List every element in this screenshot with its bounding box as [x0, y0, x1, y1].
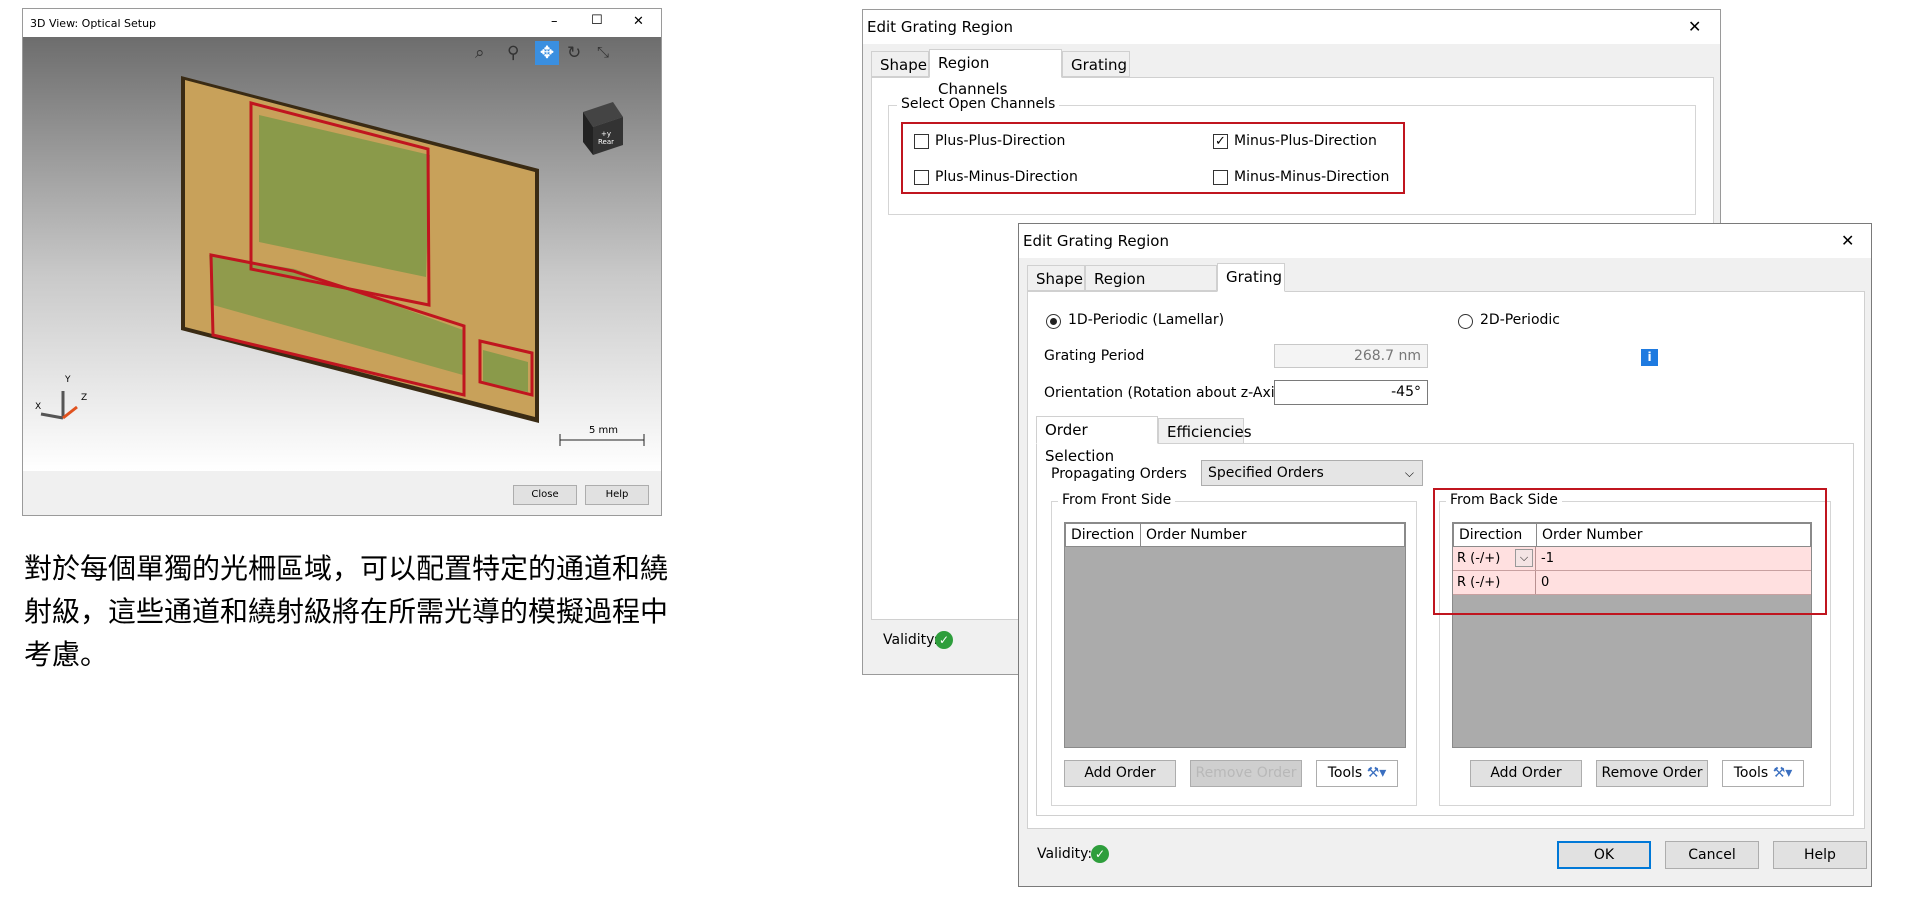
description-text: 對於每個單獨的光柵區域，可以配置特定的通道和繞 射級，這些通道和繞射級將在所需光…: [24, 547, 784, 676]
tools-icon: ⚒▾: [1366, 765, 1387, 781]
radio-2d-periodic[interactable]: [1458, 314, 1473, 329]
front-tab-panel: 1D-Periodic (Lamellar) 2D-Periodic Grati…: [1027, 291, 1865, 829]
front-side-table[interactable]: Direction Order Number: [1064, 522, 1406, 748]
ok-button[interactable]: OK: [1557, 841, 1651, 869]
back-validity-ok-icon: ✓: [935, 631, 953, 649]
viewer-window: 3D View: Optical Setup – ☐ ✕ Rear +y 5 m…: [22, 8, 662, 516]
close-icon[interactable]: ✕: [633, 14, 644, 29]
channels-highlight-box: [901, 122, 1405, 194]
front-dialog-close-icon[interactable]: ✕: [1841, 231, 1854, 250]
rotate-icon[interactable]: ↻: [567, 43, 581, 63]
tools-icon: ⚒▾: [1772, 765, 1793, 781]
front-col-order-number: Order Number: [1146, 527, 1247, 543]
front-side-legend: From Front Side: [1058, 492, 1176, 508]
front-dialog: Edit Grating Region ✕ Shape Region Chann…: [1018, 223, 1872, 887]
grating-period-label: Grating Period: [1044, 348, 1145, 364]
fit-icon[interactable]: ⤡: [597, 43, 609, 61]
svg-text:+y: +y: [601, 130, 611, 138]
front-tab-region-channels[interactable]: Region Channels: [1085, 265, 1217, 314]
front-tab-shape[interactable]: Shape: [1027, 265, 1085, 291]
3d-viewport[interactable]: Rear +y 5 mm Y X Z ⌕ ⚲ ✥ ↻ ⤡: [23, 37, 661, 471]
orientation-label: Orientation (Rotation about z-Axis): [1044, 385, 1288, 401]
label-1d-periodic: 1D-Periodic (Lamellar): [1068, 312, 1225, 328]
back-add-order-button[interactable]: Add Order: [1470, 760, 1582, 787]
label-2d-periodic: 2D-Periodic: [1480, 312, 1560, 328]
view-cube-icon[interactable]: Rear +y: [583, 102, 623, 155]
order-selection-panel: Propagating Orders Specified Orders ⌵ Fr…: [1036, 443, 1854, 816]
cancel-button[interactable]: Cancel: [1665, 841, 1759, 869]
back-tab-grating[interactable]: Grating: [1062, 51, 1130, 77]
axis-y-label: Y: [65, 375, 71, 385]
zoom-region-icon[interactable]: ⌕: [475, 43, 485, 63]
front-tools-button[interactable]: Tools ⚒▾: [1316, 760, 1398, 787]
front-dialog-title: Edit Grating Region: [1023, 232, 1169, 250]
back-dialog-titlebar: Edit Grating Region ✕: [863, 10, 1720, 44]
front-side-group: From Front Side Direction Order Number A…: [1051, 492, 1417, 806]
help-button[interactable]: Help: [1773, 841, 1867, 869]
back-dialog-title: Edit Grating Region: [867, 18, 1013, 36]
axis-z: [62, 405, 78, 420]
viewer-help-button[interactable]: Help: [585, 485, 649, 505]
grating-period-field: 268.7 nm: [1274, 344, 1428, 368]
front-add-order-button[interactable]: Add Order: [1064, 760, 1176, 787]
back-dialog-close-icon[interactable]: ✕: [1688, 17, 1701, 36]
orientation-field[interactable]: -45°: [1274, 380, 1428, 405]
description-line-2: 射級，這些通道和繞射級將在所需光導的模擬過程中: [24, 595, 669, 628]
viewer-close-button[interactable]: Close: [513, 485, 577, 505]
axis-x-label: X: [35, 402, 42, 412]
minimize-icon[interactable]: –: [551, 14, 558, 29]
subtab-order-selection[interactable]: Order Selection: [1036, 416, 1158, 465]
back-tools-button[interactable]: Tools ⚒▾: [1722, 760, 1804, 787]
viewer-title: 3D View: Optical Setup: [30, 17, 157, 30]
radio-1d-periodic[interactable]: [1046, 314, 1061, 329]
back-tab-shape[interactable]: Shape: [871, 51, 929, 77]
front-tab-grating[interactable]: Grating: [1217, 263, 1285, 292]
front-side-table-header: Direction Order Number: [1065, 523, 1405, 547]
axis-x: [40, 412, 64, 420]
back-remove-order-button[interactable]: Remove Order: [1596, 760, 1708, 787]
propagating-orders-select[interactable]: Specified Orders ⌵: [1201, 460, 1423, 486]
front-col-direction: Direction: [1071, 527, 1135, 543]
axis-z-label: Z: [81, 393, 88, 403]
subtab-efficiencies[interactable]: Efficiencies: [1158, 418, 1252, 444]
3d-scene: Rear +y: [40, 76, 645, 446]
front-validity-ok-icon: ✓: [1091, 845, 1109, 863]
pan-icon[interactable]: ✥: [535, 41, 559, 65]
description-line-1: 對於每個單獨的光柵區域，可以配置特定的通道和繞: [24, 552, 669, 585]
chevron-down-icon: ⌵: [1404, 466, 1414, 480]
front-dialog-titlebar: Edit Grating Region ✕: [1019, 224, 1871, 258]
front-validity-label: Validity:: [1037, 846, 1093, 862]
viewer-titlebar: 3D View: Optical Setup – ☐ ✕: [23, 9, 661, 37]
maximize-icon[interactable]: ☐: [591, 13, 603, 28]
back-validity-label: Validity:: [883, 632, 939, 648]
back-side-highlight-box: [1433, 488, 1827, 615]
back-tab-region-channels[interactable]: Region Channels: [929, 49, 1062, 98]
zoom-icon[interactable]: ⚲: [507, 43, 519, 63]
svg-text:Rear: Rear: [598, 138, 614, 146]
viewer-toolbar: ⌕ ⚲ ✥ ↻ ⤡: [475, 41, 655, 65]
radio-dot: [1050, 318, 1057, 325]
info-icon[interactable]: i: [1641, 349, 1658, 366]
scale-label: 5 mm: [589, 425, 619, 436]
front-remove-order-button[interactable]: Remove Order: [1190, 760, 1302, 787]
description-line-3: 考慮。: [24, 638, 109, 671]
